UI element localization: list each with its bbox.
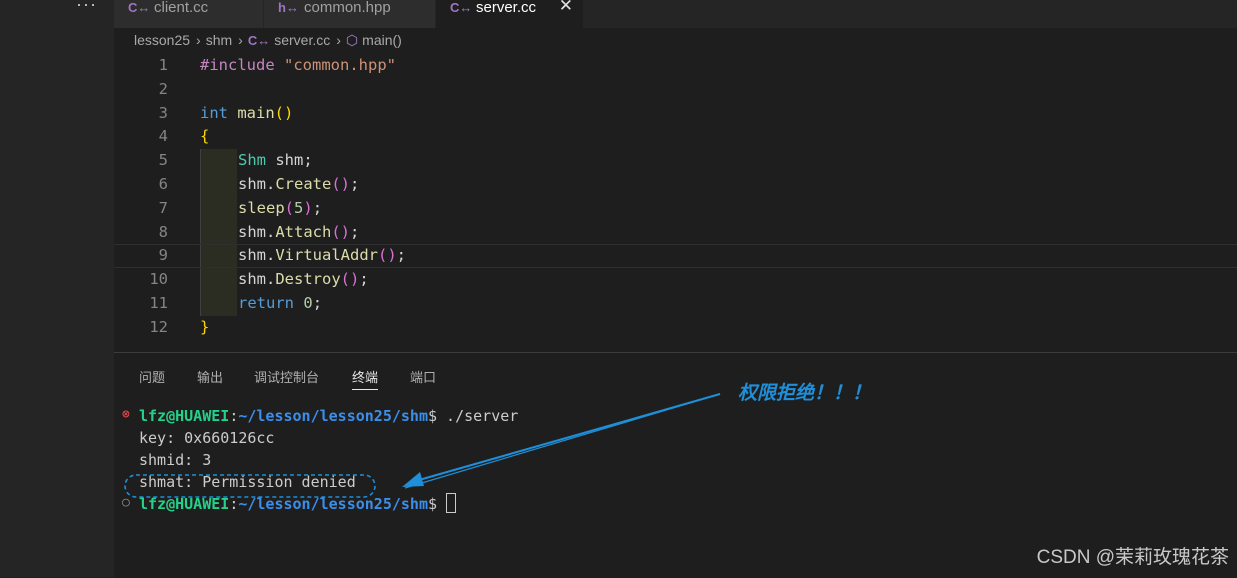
highlight-ellipse	[124, 474, 376, 498]
watermark: CSDN @茉莉玫瑰花茶	[1036, 547, 1229, 568]
annotation-overlay	[124, 393, 721, 498]
arrow-line	[404, 393, 721, 489]
arrow-head	[402, 472, 424, 487]
annotation-text: 权限拒绝！！！	[738, 383, 872, 404]
